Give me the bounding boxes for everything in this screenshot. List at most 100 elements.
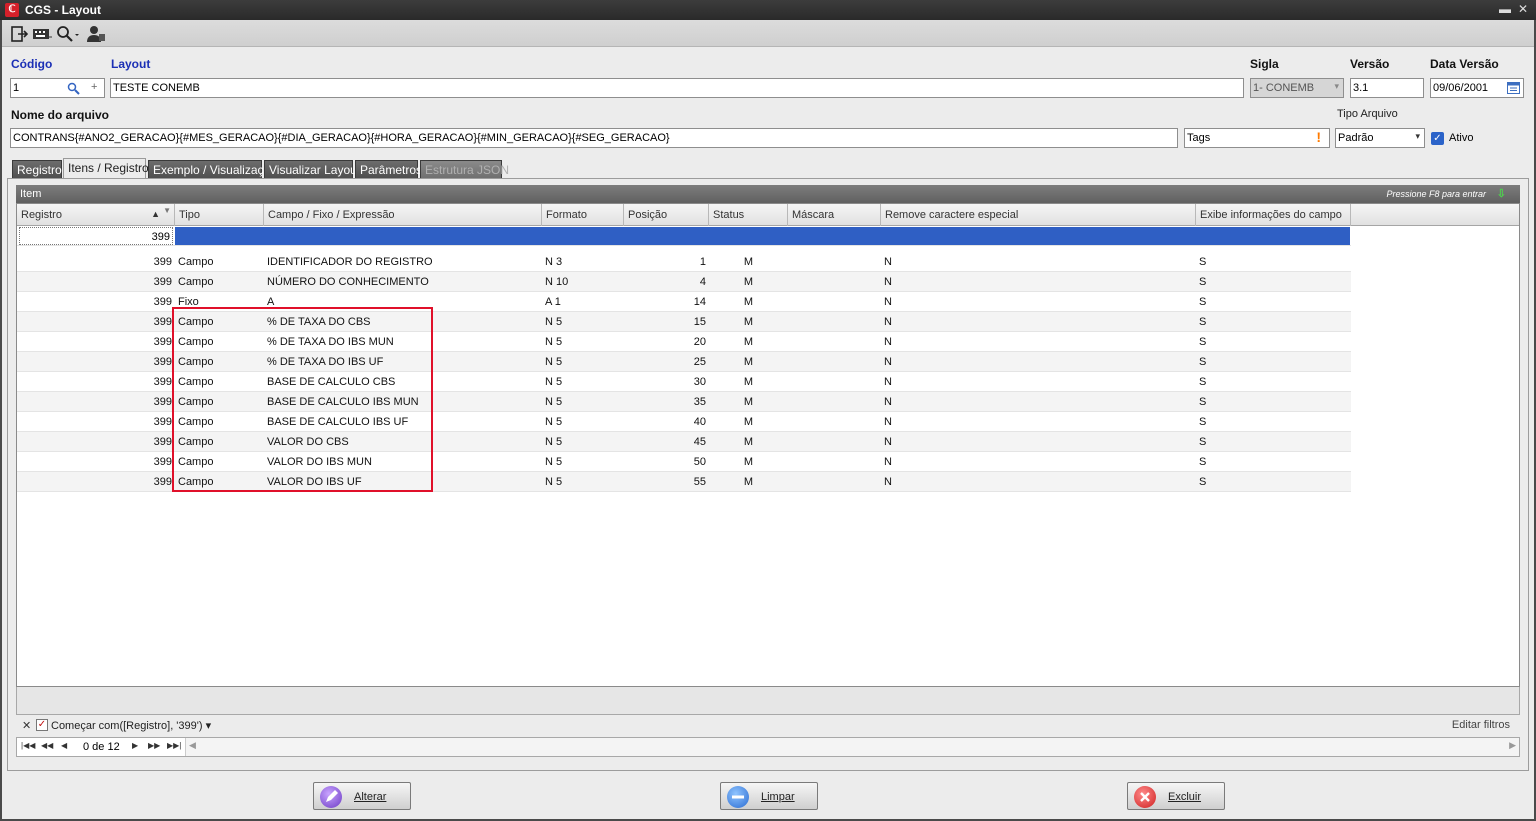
first-record-icon[interactable]: |◀◀	[21, 741, 35, 750]
sigla-select[interactable]: 1- CONEMB ▾	[1250, 78, 1344, 98]
cell-tipo: Campo	[178, 396, 214, 408]
table-row[interactable]: 399 Campo VALOR DO IBS MUN N 5 50 M N S	[17, 452, 1351, 472]
cell-tipo: Campo	[178, 476, 214, 488]
table-row[interactable]: 399 Campo % DE TAXA DO IBS MUN N 5 20 M N S	[17, 332, 1351, 352]
layout-field[interactable]: TESTE CONEMB	[110, 78, 1244, 98]
filter-row[interactable]: 399	[17, 226, 1351, 246]
cell-posicao: 35	[693, 396, 706, 408]
cell-registro: 399	[153, 256, 172, 268]
table-row[interactable]: 399 Campo BASE DE CALCULO IBS UF N 5 40 M N S	[17, 412, 1351, 432]
limpar-label: Limpar	[761, 791, 795, 803]
column-header-mascara[interactable]: Máscara	[788, 204, 881, 226]
cell-status: M	[743, 276, 754, 288]
table-row[interactable]: 399 Campo NÚMERO DO CONHECIMENTO N 10 4 M N S	[17, 272, 1351, 292]
user-icon[interactable]	[86, 25, 105, 43]
close-icon[interactable]: ✕	[1516, 2, 1530, 16]
cell-remove-caractere: N	[884, 276, 892, 288]
tags-field[interactable]: Tags !	[1184, 128, 1330, 148]
nome-arquivo-field[interactable]: CONTRANS{#ANO2_GERACAO}{#MES_GERACAO}{#D…	[10, 128, 1178, 148]
table-row[interactable]: 399 Campo % DE TAXA DO CBS N 5 15 M N S	[17, 312, 1351, 332]
cell-posicao: 20	[693, 336, 706, 348]
app-logo-icon: ℂ	[5, 3, 19, 17]
cell-formato: N 5	[545, 376, 563, 388]
table-row[interactable]: 399 Campo BASE DE CALCULO IBS MUN N 5 35 M N S	[17, 392, 1351, 412]
last-record-icon[interactable]: ▶▶|	[167, 741, 181, 750]
cell-remove-caractere: N	[884, 476, 892, 488]
tab-exemplo-visualizacao[interactable]: Exemplo / Visualização	[148, 160, 277, 178]
exit-icon[interactable]	[10, 25, 29, 43]
clear-filter-icon[interactable]: ✕	[22, 719, 31, 732]
main-window: Código 1 + Layout TESTE CONEMB Sigla 1- …	[2, 20, 1534, 819]
cell-registro: 399	[153, 316, 172, 328]
prev-page-icon[interactable]: ◀◀	[41, 741, 53, 750]
alterar-button[interactable]: Alterar	[313, 782, 411, 810]
table-row[interactable]: 399 Fixo A A 1 14 M N S	[17, 292, 1351, 312]
next-page-icon[interactable]: ▶▶	[148, 741, 160, 750]
cell-registro: 399	[153, 416, 172, 428]
cell-registro: 399	[153, 296, 172, 308]
tab-parametros[interactable]: Parâmetros	[355, 160, 422, 178]
cell-remove-caractere: N	[884, 356, 892, 368]
tab-visualizar-layout[interactable]: Visualizar Layout	[264, 160, 360, 178]
table-row[interactable]: 399 Campo % DE TAXA DO IBS UF N 5 25 M N S	[17, 352, 1351, 372]
column-header-registro[interactable]: Registro ▲ ▼	[17, 204, 175, 226]
horizontal-scrollbar[interactable]: ◀ ▶	[185, 738, 1519, 756]
table-row[interactable]: 399 Campo IDENTIFICADOR DO REGISTRO N 3 1 M N S	[17, 252, 1351, 272]
tab-registro[interactable]: Registro	[12, 160, 62, 178]
scroll-left-icon[interactable]: ◀	[189, 740, 196, 751]
sigla-label: Sigla	[1250, 57, 1279, 71]
search-icon[interactable]	[56, 25, 82, 43]
column-header-formato[interactable]: Formato	[542, 204, 624, 226]
add-icon[interactable]: +	[91, 81, 97, 93]
versao-label: Versão	[1350, 57, 1390, 71]
filter-registro-input[interactable]: 399	[19, 227, 173, 245]
arrow-down-icon[interactable]: ⇩	[1497, 187, 1506, 200]
codigo-label: Código	[11, 57, 53, 71]
table-row[interactable]: 399 Campo VALOR DO CBS N 5 45 M N S	[17, 432, 1351, 452]
cell-campo: VALOR DO IBS UF	[267, 476, 362, 488]
versao-field[interactable]: 3.1	[1350, 78, 1424, 98]
cell-mascara	[788, 332, 881, 352]
column-header-remove-caractere[interactable]: Remove caractere especial	[881, 204, 1196, 226]
cell-campo: NÚMERO DO CONHECIMENTO	[267, 276, 429, 288]
tab-itens-registro[interactable]: Itens / Registro	[63, 158, 149, 179]
column-header-tipo[interactable]: Tipo	[175, 204, 264, 226]
calendar-icon[interactable]	[1507, 82, 1520, 97]
table-row[interactable]: 399 Campo BASE DE CALCULO CBS N 5 30 M N S	[17, 372, 1351, 392]
tipo-arquivo-select[interactable]: Padrão ▾	[1335, 128, 1425, 148]
column-header-posicao[interactable]: Posição	[624, 204, 709, 226]
cell-campo: % DE TAXA DO IBS UF	[267, 356, 384, 368]
ativo-checkbox[interactable]: ✓	[1431, 132, 1444, 145]
limpar-button[interactable]: Limpar	[720, 782, 818, 810]
warning-icon: !	[1316, 129, 1321, 145]
codigo-field[interactable]: 1 +	[10, 78, 105, 98]
cell-campo: BASE DE CALCULO CBS	[267, 376, 396, 388]
cell-exibe-informacoes: S	[1199, 376, 1207, 388]
prev-record-icon[interactable]: ◀	[61, 741, 67, 750]
search-icon[interactable]	[67, 82, 80, 97]
cell-exibe-informacoes: S	[1199, 316, 1207, 328]
cell-formato: N 5	[545, 416, 563, 428]
table-row[interactable]: 399 Campo VALOR DO IBS UF N 5 55 M N S	[17, 472, 1351, 492]
column-header-exibe-informacoes[interactable]: Exibe informações do campo	[1196, 204, 1351, 226]
grid-header: Registro ▲ ▼ Tipo Campo / Fixo / Express…	[17, 204, 1519, 226]
next-record-icon[interactable]: ▶	[132, 741, 138, 750]
filter-row-selection[interactable]	[175, 227, 1350, 245]
tab-estrutura-json: Estrutura JSON	[420, 160, 509, 178]
cell-tipo: Campo	[178, 416, 214, 428]
filter-expression[interactable]: Começar com([Registro], '399') ▾	[51, 719, 211, 732]
filter-text: Começar com([Registro], '399')	[51, 720, 203, 732]
filter-icon[interactable]: ▼	[163, 206, 171, 215]
cell-status: M	[743, 456, 754, 468]
column-header-campo[interactable]: Campo / Fixo / Expressão	[264, 204, 542, 226]
cell-mascara	[788, 412, 881, 432]
title-bar: ℂ CGS - Layout ▬ ✕	[0, 0, 1536, 20]
filter-enabled-checkbox[interactable]: ✓	[36, 719, 48, 731]
data-versao-field[interactable]: 09/06/2001	[1430, 78, 1524, 98]
column-header-status[interactable]: Status	[709, 204, 788, 226]
keyboard-icon[interactable]	[32, 25, 52, 43]
excluir-button[interactable]: Excluir	[1127, 782, 1225, 810]
minimize-icon[interactable]: ▬	[1498, 2, 1512, 16]
scroll-right-icon[interactable]: ▶	[1509, 740, 1516, 751]
edit-filters-link[interactable]: Editar filtros	[1452, 719, 1510, 731]
